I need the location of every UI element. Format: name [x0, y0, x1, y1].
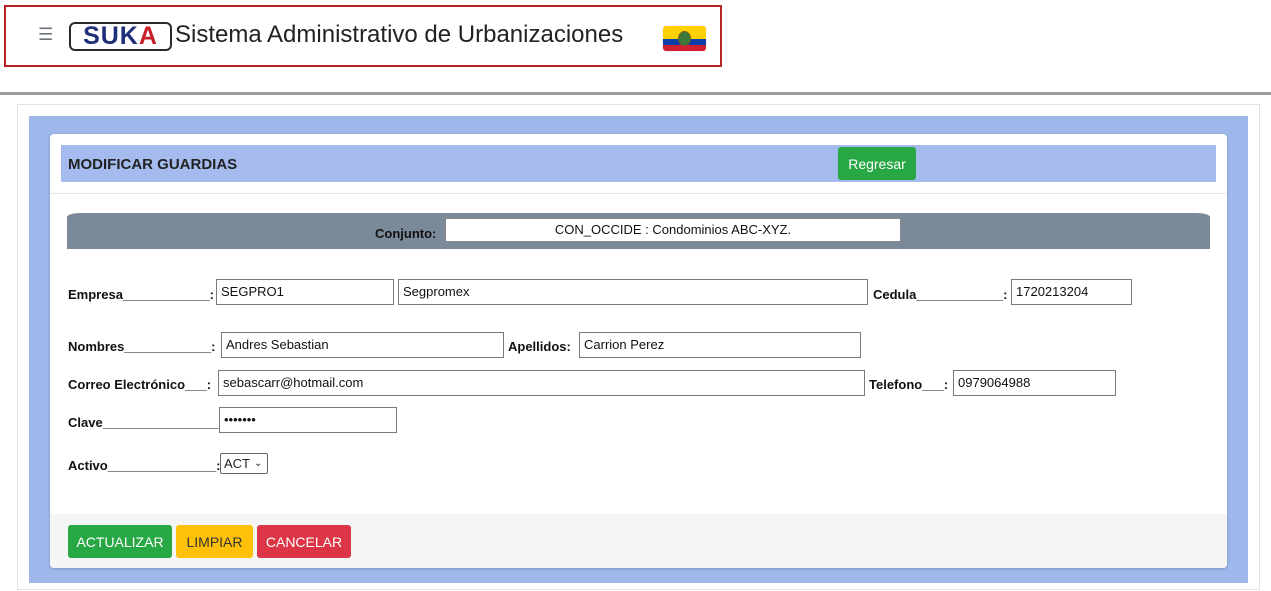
nombres-label: Nombres____________:: [68, 339, 216, 354]
ecuador-flag-icon: [663, 26, 706, 51]
card-header: MODIFICAR GUARDIAS Regresar: [61, 145, 1216, 182]
activo-value: ACT: [224, 456, 250, 471]
clear-button[interactable]: LIMPIAR: [176, 525, 253, 558]
telefono-label: Telefono___:: [869, 377, 949, 392]
nombres-input[interactable]: Andres Sebastian: [221, 332, 504, 358]
empresa-name-input[interactable]: Segpromex: [398, 279, 868, 305]
apellidos-input[interactable]: Carrion Perez: [579, 332, 861, 358]
chevron-down-icon: ⌄: [254, 458, 263, 469]
card-footer: ACTUALIZAR LIMPIAR CANCELAR: [50, 514, 1227, 568]
email-input[interactable]: sebascarr@hotmail.com: [218, 370, 865, 396]
correo-label: Correo Electrónico___:: [68, 377, 212, 392]
cedula-label: Cedula____________:: [873, 287, 1008, 302]
header-rule: [50, 193, 1227, 194]
activo-select[interactable]: ACT ⌄: [220, 453, 268, 474]
apellidos-label: Apellidos:: [508, 339, 571, 354]
conjunto-field[interactable]: CON_OCCIDE : Condominios ABC-XYZ.: [445, 218, 901, 242]
password-input[interactable]: •••••••: [219, 407, 397, 433]
cancel-button[interactable]: CANCELAR: [257, 525, 351, 558]
modify-guards-card: MODIFICAR GUARDIAS Regresar Conjunto: CO…: [50, 134, 1227, 568]
suka-logo: SUK A: [69, 22, 172, 51]
cedula-input[interactable]: 1720213204: [1011, 279, 1132, 305]
empresa-code-input[interactable]: SEGPRO1: [216, 279, 394, 305]
update-button[interactable]: ACTUALIZAR: [68, 525, 172, 558]
conjunto-bar: Conjunto: CON_OCCIDE : Condominios ABC-X…: [67, 213, 1210, 249]
app-title: Sistema Administrativo de Urbanizaciones: [175, 21, 624, 48]
conjunto-label: Conjunto:: [375, 226, 437, 241]
clave-label: Clave________________:: [68, 415, 223, 430]
menu-icon[interactable]: ☰: [38, 25, 53, 45]
card-title: MODIFICAR GUARDIAS: [68, 156, 238, 173]
logo-text-blue: SUK: [83, 22, 139, 50]
logo-text-red: A: [138, 22, 158, 50]
header-divider: [0, 92, 1271, 95]
telefono-input[interactable]: 0979064988: [953, 370, 1116, 396]
back-button[interactable]: Regresar: [838, 147, 916, 180]
empresa-label: Empresa____________:: [68, 287, 215, 302]
app-header: ☰ SUK A Sistema Administrativo de Urbaniz…: [4, 5, 722, 67]
activo-label: Activo_______________:: [68, 458, 221, 473]
